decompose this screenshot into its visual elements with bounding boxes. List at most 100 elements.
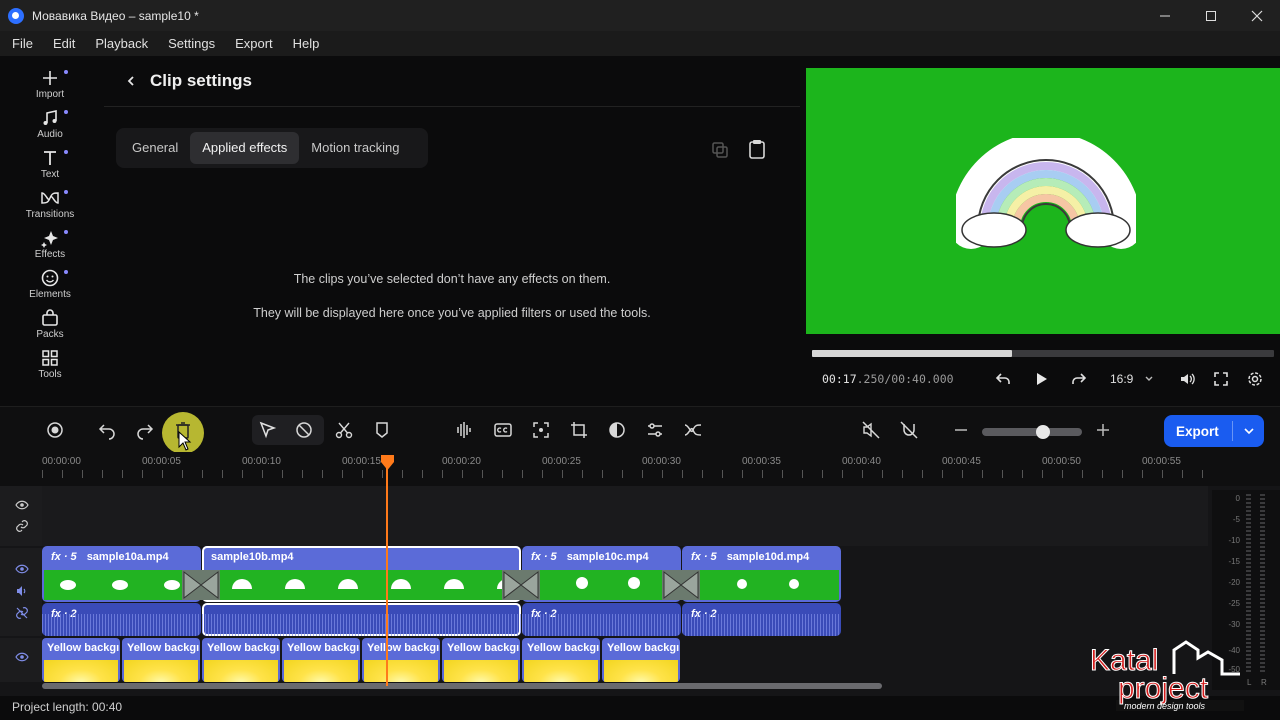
play-icon[interactable] [1032, 370, 1050, 388]
clip-fx-badge: fx · 5 [531, 551, 557, 563]
audio-clip[interactable]: fx · 2 [522, 603, 681, 636]
menu-help[interactable]: Help [283, 31, 330, 56]
menu-edit[interactable]: Edit [43, 31, 85, 56]
sidebar-item-packs[interactable]: Packs [0, 308, 100, 348]
zoom-in-icon[interactable] [1093, 420, 1113, 440]
chevron-down-icon[interactable] [1144, 374, 1154, 384]
captions-icon[interactable] [493, 420, 513, 440]
maximize-button[interactable] [1188, 0, 1234, 31]
sidebar-item-tools[interactable]: Tools [0, 348, 100, 388]
background-clip[interactable]: Yellow backgı [442, 638, 520, 682]
speaker-icon[interactable] [15, 584, 29, 598]
background-clip[interactable]: Yellow backgı [42, 638, 120, 682]
back-chevron-icon[interactable] [124, 74, 138, 88]
background-clip[interactable]: Yellow backgı [362, 638, 440, 682]
meter-label: 0 [1235, 494, 1240, 503]
background-clip-label: Yellow backgı [447, 642, 520, 654]
background-clip[interactable]: Yellow backgı [522, 638, 600, 682]
eye-icon[interactable] [15, 498, 29, 512]
step-back-icon[interactable] [994, 370, 1012, 388]
step-forward-icon[interactable] [1070, 370, 1088, 388]
playback-progress-bar[interactable] [812, 350, 1274, 357]
sidebar-item-audio[interactable]: Audio [0, 108, 100, 148]
zoom-out-icon[interactable] [951, 420, 971, 440]
background-clip[interactable]: Yellow backgı [122, 638, 200, 682]
transition-wizard-icon[interactable] [683, 420, 703, 440]
clip-fx-badge: fx · 5 [51, 551, 77, 563]
menu-file[interactable]: File [0, 31, 43, 56]
transition-marker[interactable] [662, 570, 700, 600]
scissors-icon[interactable] [334, 420, 354, 440]
audio-clip[interactable]: fx · 2 [682, 603, 841, 636]
tab-general[interactable]: General [120, 132, 190, 164]
crop-icon[interactable] [569, 420, 589, 440]
tab-motion-tracking[interactable]: Motion tracking [299, 132, 411, 164]
mute-icon[interactable] [861, 420, 881, 440]
paste-effects-icon[interactable] [748, 138, 766, 160]
export-button[interactable]: Export [1164, 415, 1264, 447]
close-button[interactable] [1234, 0, 1280, 31]
minimize-button[interactable] [1142, 0, 1188, 31]
menu-playback[interactable]: Playback [85, 31, 158, 56]
timeline-ruler[interactable]: 00:00:00 00:00:05 00:00:10 00:00:15 00:0… [0, 452, 1280, 486]
transition-marker[interactable] [182, 570, 220, 600]
sidebar-item-text[interactable]: Text [0, 148, 100, 188]
smiley-icon [41, 269, 59, 287]
playback-progress-fill [812, 350, 1013, 357]
ruler-label: 00:00:50 [1042, 456, 1081, 467]
sidebar-item-effects[interactable]: Effects [0, 228, 100, 268]
eye-icon[interactable] [15, 562, 29, 576]
timeline-horizontal-scrollbar[interactable] [42, 683, 882, 689]
redo-icon[interactable] [135, 420, 155, 440]
sidebar-item-import[interactable]: Import [0, 68, 100, 108]
background-clip[interactable]: Yellow backgı [282, 638, 360, 682]
gear-icon[interactable] [1246, 370, 1264, 388]
focus-icon[interactable] [531, 420, 551, 440]
track-header-background [0, 638, 42, 682]
background-clip[interactable]: Yellow backgı [602, 638, 680, 682]
menu-export[interactable]: Export [225, 31, 283, 56]
zoom-slider-handle[interactable] [1036, 425, 1050, 439]
zoom-slider[interactable] [982, 428, 1082, 436]
plus-icon [43, 71, 57, 85]
sidebar-item-transitions[interactable]: Transitions [0, 188, 100, 228]
sidebar-item-label: Text [40, 169, 60, 180]
chevron-down-icon[interactable] [1243, 425, 1255, 437]
background-clip[interactable]: Yellow backgı [202, 638, 280, 682]
color-adjust-icon[interactable] [607, 420, 627, 440]
ruler-ticks [42, 470, 1212, 478]
sliders-icon[interactable] [645, 420, 665, 440]
title-bar: Мовавика Видео – sample10 * [0, 0, 1280, 31]
empty-track[interactable] [42, 486, 1208, 546]
sidebar-item-label: Effects [34, 249, 66, 260]
magnet-off-icon[interactable] [899, 420, 919, 440]
app-window: Мовавика Видео – sample10 * File Edit Pl… [0, 0, 1280, 720]
grid-icon [42, 350, 58, 366]
sidebar-item-elements[interactable]: Elements [0, 268, 100, 308]
bowtie-icon [41, 192, 59, 204]
transition-marker[interactable] [502, 570, 540, 600]
meter-label: -25 [1228, 599, 1240, 608]
audio-clip[interactable]: fx · 2 [42, 603, 201, 636]
project-length: Project length: 00:40 [12, 700, 123, 714]
tab-applied-effects[interactable]: Applied effects [190, 132, 300, 164]
eye-icon[interactable] [15, 650, 29, 664]
aspect-ratio-select[interactable]: 16:9 [1110, 372, 1133, 386]
blade-select-icon[interactable] [294, 420, 314, 440]
unlink-icon[interactable] [15, 606, 29, 620]
audio-clip[interactable] [202, 603, 521, 636]
copy-effects-icon[interactable] [710, 140, 730, 160]
fullscreen-icon[interactable] [1212, 370, 1230, 388]
empty-effects-message-1: The clips you’ve selected don’t have any… [293, 272, 611, 286]
undo-icon[interactable] [97, 420, 117, 440]
audio-split-icon[interactable] [454, 420, 474, 440]
select-arrow-icon[interactable] [258, 420, 278, 440]
time-total: /00:40.000 [884, 372, 954, 386]
record-icon[interactable] [45, 420, 65, 440]
marker-icon[interactable] [372, 420, 392, 440]
sidebar-item-label: Import [35, 89, 65, 100]
menu-settings[interactable]: Settings [158, 31, 225, 56]
link-icon[interactable] [15, 519, 29, 533]
background-clip-label: Yellow backgı [47, 642, 120, 654]
volume-icon[interactable] [1178, 370, 1196, 388]
